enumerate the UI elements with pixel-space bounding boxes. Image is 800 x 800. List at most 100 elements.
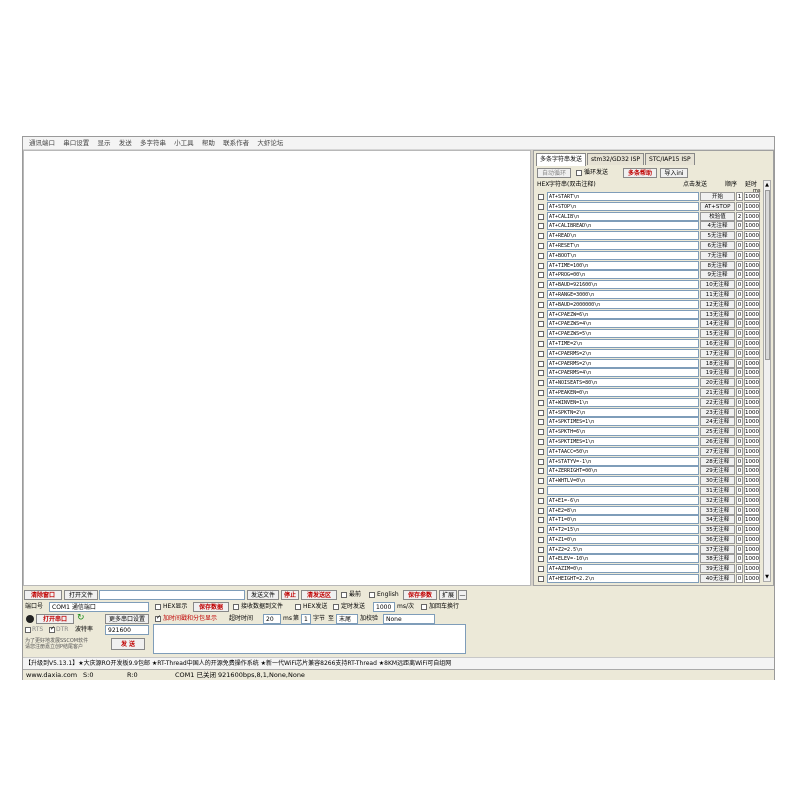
row-hex-checkbox[interactable] xyxy=(538,242,544,249)
save-data-button[interactable]: 保存数据 xyxy=(193,602,229,612)
row-command-input[interactable]: AT+E2=8\n xyxy=(547,505,699,515)
row-send-button[interactable]: 39无注释 xyxy=(700,564,735,574)
row-command-input[interactable]: AT+CPAERMS=2\n xyxy=(547,348,699,358)
row-send-button[interactable]: 17无注释 xyxy=(700,348,735,358)
row-order-input[interactable]: 0 xyxy=(736,250,743,260)
row-order-input[interactable]: 0 xyxy=(736,260,743,270)
tab-stc-isp[interactable]: STC/IAP15 ISP xyxy=(645,153,695,165)
row-order-input[interactable]: 0 xyxy=(736,407,743,417)
refresh-icon[interactable]: ↻ xyxy=(77,613,85,623)
row-delay-input[interactable]: 1000 xyxy=(744,368,760,378)
row-send-button[interactable]: 7无注释 xyxy=(700,250,735,260)
row-delay-input[interactable]: 1000 xyxy=(744,240,760,250)
row-hex-checkbox[interactable] xyxy=(538,517,544,524)
menu-tools[interactable]: 小工具 xyxy=(174,137,194,149)
status-site[interactable]: www.daxia.com xyxy=(26,670,77,680)
row-order-input[interactable]: 0 xyxy=(736,348,743,358)
row-command-input[interactable]: AT+BAUD=921600\n xyxy=(547,280,699,290)
row-order-input[interactable]: 0 xyxy=(736,387,743,397)
row-send-button[interactable]: 35无注释 xyxy=(700,525,735,535)
row-delay-input[interactable]: 1000 xyxy=(744,574,760,584)
english-checkbox[interactable] xyxy=(369,592,375,598)
row-send-button[interactable]: 19无注释 xyxy=(700,368,735,378)
row-command-input[interactable]: AT+HEIGHT=2.2\n xyxy=(547,574,699,584)
row-delay-input[interactable]: 1000 xyxy=(744,289,760,299)
row-command-input[interactable]: AT+BOOT\n xyxy=(547,250,699,260)
clear-send-button[interactable]: 清发送区 xyxy=(301,590,337,600)
row-command-input[interactable]: AT+STOP\n xyxy=(547,201,699,211)
row-send-button[interactable]: 26无注释 xyxy=(700,436,735,446)
row-hex-checkbox[interactable] xyxy=(538,311,544,318)
row-send-button[interactable]: 14无注释 xyxy=(700,319,735,329)
menu-multi-string[interactable]: 多字符串 xyxy=(140,137,166,149)
row-command-input[interactable]: AT+STATYV=-1\n xyxy=(547,456,699,466)
row-command-input[interactable]: AT+RESET\n xyxy=(547,240,699,250)
row-hex-checkbox[interactable] xyxy=(538,331,544,338)
more-settings-button[interactable]: 更多串口设置 xyxy=(105,614,149,624)
menu-help[interactable]: 帮助 xyxy=(202,137,215,149)
row-command-input[interactable]: AT+CPAEZWS=5\n xyxy=(547,329,699,339)
row-delay-input[interactable]: 1000 xyxy=(744,466,760,476)
row-order-input[interactable]: 0 xyxy=(736,495,743,505)
row-delay-input[interactable]: 1000 xyxy=(744,476,760,486)
row-send-button[interactable]: 5无注释 xyxy=(700,231,735,241)
row-send-button[interactable]: 24无注释 xyxy=(700,417,735,427)
crlf-checkbox[interactable] xyxy=(421,604,427,610)
row-command-input[interactable]: AT+AZIM=0\n xyxy=(547,564,699,574)
row-delay-input[interactable]: 1000 xyxy=(744,348,760,358)
row-delay-input[interactable]: 1000 xyxy=(744,358,760,368)
row-delay-input[interactable]: 1000 xyxy=(744,201,760,211)
topmost-checkbox[interactable] xyxy=(341,592,347,598)
row-hex-checkbox[interactable] xyxy=(538,429,544,436)
row-delay-input[interactable]: 1000 xyxy=(744,505,760,515)
list-scrollbar[interactable]: ▲ ▼ xyxy=(763,180,771,582)
row-hex-checkbox[interactable] xyxy=(538,252,544,259)
byte-end-select[interactable]: 末尾 xyxy=(336,614,358,624)
row-hex-checkbox[interactable] xyxy=(538,527,544,534)
row-order-input[interactable]: 0 xyxy=(736,299,743,309)
row-delay-input[interactable]: 1000 xyxy=(744,436,760,446)
row-delay-input[interactable]: 1000 xyxy=(744,192,760,201)
row-command-input[interactable]: AT+TAACC=50\n xyxy=(547,446,699,456)
row-command-input[interactable]: AT+RANGE=3000\n xyxy=(547,289,699,299)
row-delay-input[interactable]: 1000 xyxy=(744,407,760,417)
row-hex-checkbox[interactable] xyxy=(538,272,544,279)
row-order-input[interactable]: 0 xyxy=(736,505,743,515)
row-send-button[interactable]: 12无注释 xyxy=(700,299,735,309)
row-order-input[interactable]: 0 xyxy=(736,329,743,339)
row-command-input[interactable]: AT+SPKTN=2\n xyxy=(547,407,699,417)
row-hex-checkbox[interactable] xyxy=(538,536,544,543)
row-send-button[interactable]: 32无注释 xyxy=(700,495,735,505)
row-hex-checkbox[interactable] xyxy=(538,360,544,367)
row-send-button[interactable]: AT+STOP xyxy=(700,201,735,211)
row-delay-input[interactable]: 1000 xyxy=(744,270,760,280)
send-input[interactable] xyxy=(153,624,466,654)
row-hex-checkbox[interactable] xyxy=(538,458,544,465)
scroll-up-icon[interactable]: ▲ xyxy=(764,181,770,189)
row-command-input[interactable]: AT+CALIBREAD\n xyxy=(547,221,699,231)
row-delay-input[interactable]: 1000 xyxy=(744,397,760,407)
recv-file-checkbox[interactable] xyxy=(233,604,239,610)
row-command-input[interactable]: AT+READ\n xyxy=(547,231,699,241)
row-order-input[interactable]: 0 xyxy=(736,270,743,280)
row-command-input[interactable]: AT+NOISEATS=80\n xyxy=(547,378,699,388)
row-send-button[interactable]: 11无注释 xyxy=(700,289,735,299)
row-delay-input[interactable]: 1000 xyxy=(744,456,760,466)
row-delay-input[interactable]: 1000 xyxy=(744,485,760,495)
row-delay-input[interactable]: 1000 xyxy=(744,329,760,339)
row-hex-checkbox[interactable] xyxy=(538,301,544,308)
row-order-input[interactable]: 0 xyxy=(736,221,743,231)
row-hex-checkbox[interactable] xyxy=(538,213,544,220)
row-hex-checkbox[interactable] xyxy=(538,497,544,504)
row-command-input[interactable]: AT+SPKTIMES=1\n xyxy=(547,436,699,446)
row-command-input[interactable]: AT+CPAERMS=4\n xyxy=(547,368,699,378)
row-send-button[interactable]: 31无注释 xyxy=(700,485,735,495)
row-command-input[interactable]: AT+E1=-6\n xyxy=(547,495,699,505)
row-order-input[interactable]: 0 xyxy=(736,319,743,329)
row-hex-checkbox[interactable] xyxy=(538,478,544,485)
row-hex-checkbox[interactable] xyxy=(538,194,544,200)
row-delay-input[interactable]: 1000 xyxy=(744,525,760,535)
receive-area[interactable] xyxy=(23,150,531,586)
row-order-input[interactable]: 0 xyxy=(736,338,743,348)
row-order-input[interactable]: 1 xyxy=(736,192,743,201)
